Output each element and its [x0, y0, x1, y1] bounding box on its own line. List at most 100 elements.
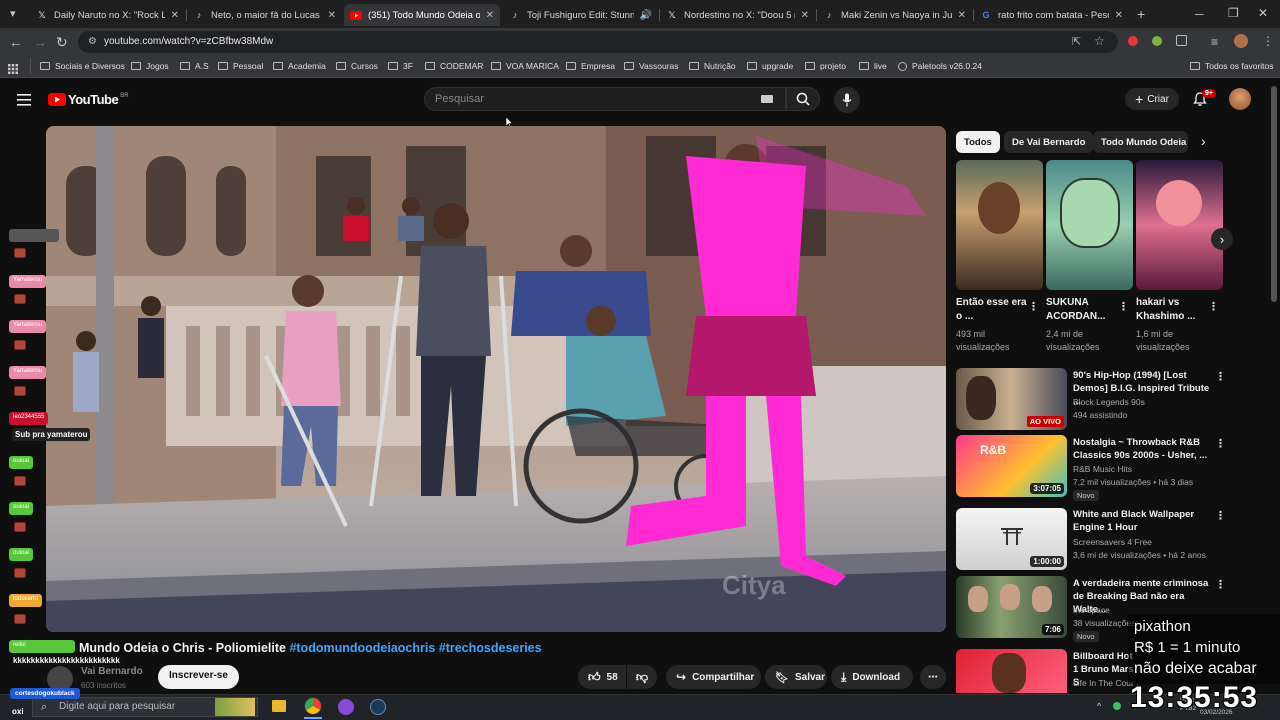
bookmark-folder[interactable]: 3F [388, 61, 413, 71]
minimize-icon[interactable]: ─ [1195, 7, 1204, 21]
subscribe-button[interactable]: Inscrever-se [158, 665, 239, 689]
tray-app-icon[interactable] [1113, 702, 1121, 710]
video-channel[interactable]: R&B Music Hits [1073, 463, 1223, 476]
steam-icon[interactable] [370, 699, 386, 715]
search-input[interactable]: Pesquisar [424, 87, 786, 111]
close-tab-icon[interactable]: ✕ [486, 10, 494, 21]
browser-tab-active[interactable]: (351) Todo Mundo Odeia o Chr ✕ [344, 4, 500, 26]
bookmark-star-icon[interactable]: ☆ [1094, 34, 1105, 48]
new-tab-button[interactable]: + [1137, 7, 1145, 21]
restore-icon[interactable]: ❐ [1228, 6, 1239, 20]
all-bookmarks-folder[interactable]: Todos os favoritos [1190, 61, 1274, 71]
hamburger-menu-icon[interactable] [17, 93, 31, 106]
video-hashtags[interactable]: #todomundoodeiaochris #trechosdeseries [289, 641, 541, 655]
bookmark-folder[interactable]: upgrade [747, 61, 793, 71]
short-thumbnail[interactable] [956, 160, 1043, 290]
bookmark-folder[interactable]: Pessoal [218, 61, 263, 71]
video-thumbnail[interactable] [956, 649, 1067, 693]
more-vert-icon[interactable]: ⋮ [1215, 578, 1226, 591]
account-avatar[interactable] [1229, 88, 1251, 110]
save-button[interactable]: 🔖︎ Salvar [765, 665, 827, 689]
profile-avatar[interactable] [1234, 34, 1248, 48]
short-thumbnail[interactable] [1136, 160, 1223, 290]
reload-icon[interactable]: ↻ [56, 35, 68, 49]
forward-icon[interactable]: → [33, 35, 47, 49]
install-app-icon[interactable]: ⇱ [1072, 35, 1081, 48]
share-button[interactable]: ↪ Compartilhar [666, 665, 761, 689]
browser-tab[interactable]: ♪ Toji Fushiguro Edit: Stunnin 🔊 [503, 4, 658, 26]
dislike-button[interactable]: 👎︎ [627, 665, 657, 689]
bookmark-folder[interactable]: Nutrição [689, 61, 736, 71]
browser-tab[interactable]: ♪ Neto, o maior fã do Lucas Paqu ✕ [187, 4, 342, 26]
video-channel[interactable]: Block Legends 90s [1073, 396, 1223, 409]
video-channel[interactable]: Screensavers 4 Free [1073, 536, 1223, 549]
voice-search-button[interactable] [834, 87, 860, 113]
bookmark-folder[interactable]: CODEMAR [425, 61, 483, 71]
more-vert-icon[interactable]: ⋮ [1028, 300, 1039, 313]
short-title[interactable]: hakari vs Khashimo ... [1136, 296, 1210, 324]
extension-icon[interactable] [1152, 36, 1162, 46]
speaker-icon[interactable]: 🔊 [640, 10, 652, 21]
bookmark-folder[interactable]: Vassouras [624, 61, 679, 71]
video-thumbnail[interactable]: 1:00:00 [956, 508, 1067, 570]
browser-menu-icon[interactable]: ⋮ [1262, 34, 1274, 48]
more-vert-icon[interactable]: ⋮ [1215, 370, 1226, 383]
shorts-next-button[interactable]: › [1211, 228, 1233, 250]
tab-search-icon[interactable]: ▾ [10, 7, 16, 21]
chip-all[interactable]: Todos [956, 131, 1000, 153]
close-window-icon[interactable]: ✕ [1258, 6, 1268, 20]
bookmark-folder[interactable]: Empresa [566, 61, 615, 71]
video-thumbnail[interactable]: AO VIVO [956, 368, 1067, 430]
bookmark-folder[interactable]: Cursos [336, 61, 378, 71]
bookmark-folder[interactable]: A.S [180, 61, 209, 71]
address-bar[interactable]: ⚙ youtube.com/watch?v=zCBfbw38Mdw ⇱ ☆ [78, 31, 1118, 53]
close-tab-icon[interactable]: ✕ [958, 10, 966, 21]
close-tab-icon[interactable]: ✕ [171, 10, 179, 21]
page-scrollbar[interactable] [1271, 86, 1277, 302]
short-title[interactable]: SUKUNA ACORDAN... [1046, 296, 1120, 324]
search-button[interactable] [786, 87, 820, 111]
site-info-icon[interactable]: ⚙ [88, 36, 97, 47]
chip-related[interactable]: Todo Mundo Odeia o Chris [1093, 131, 1188, 153]
youtube-logo[interactable]: YouTube BR [48, 92, 129, 107]
extension-icon[interactable] [1128, 36, 1138, 46]
channel-name[interactable]: Vai Bernardo [81, 666, 143, 677]
short-title[interactable]: Então esse era o ... [956, 296, 1030, 324]
more-vert-icon[interactable]: ⋮ [1208, 300, 1219, 313]
apps-grid-icon[interactable] [8, 61, 18, 74]
more-vert-icon[interactable]: ⋮ [1118, 300, 1129, 313]
chrome-icon[interactable] [304, 697, 322, 715]
tray-chevron-icon[interactable]: ^ [1097, 701, 1101, 711]
more-vert-icon[interactable]: ⋮ [1215, 437, 1226, 450]
like-button[interactable]: 👍︎ 58 [578, 665, 626, 689]
app-icon[interactable] [338, 699, 354, 715]
video-thumbnail[interactable]: R&B 3:07:05 [956, 435, 1067, 497]
file-explorer-icon[interactable] [272, 700, 286, 712]
bookmark-folder[interactable]: live [859, 61, 887, 71]
browser-tab[interactable]: 𝕏 Daily Naruto no X: "Rock Lee vs ✕ [30, 4, 185, 26]
browser-tab[interactable]: ♪ Maki Zenin vs Naoya in Jujutsu ✕ [817, 4, 972, 26]
chip-channel[interactable]: De Vai Bernardo [1004, 131, 1094, 153]
browser-tab[interactable]: 𝕏 Nordestino no X: "Doou 5 reais ✕ [660, 4, 815, 26]
download-button[interactable]: ⤓ Download [831, 665, 913, 689]
video-thumbnail[interactable]: 7:06 [956, 576, 1067, 638]
bookmark-folder[interactable]: VOA MARICA [491, 61, 559, 71]
media-control-icon[interactable]: ≡ [1211, 35, 1218, 49]
video-player[interactable]: Citya [46, 126, 946, 632]
video-title-link[interactable]: White and Black Wallpaper Engine 1 Hour [1073, 508, 1211, 534]
extensions-puzzle-icon[interactable] [1176, 35, 1187, 46]
create-button[interactable]: + Criar [1125, 88, 1179, 110]
video-channel[interactable]: Life In The Count [1073, 677, 1133, 690]
taskbar-search-input[interactable]: ⌕ Digite aqui para pesquisar [32, 697, 258, 717]
video-title-link[interactable]: Nostalgia ~ Throwback R&B Classics 90s 2… [1073, 436, 1211, 462]
close-tab-icon[interactable]: ✕ [801, 10, 809, 21]
more-vert-icon[interactable]: ⋮ [1215, 509, 1226, 522]
back-icon[interactable]: ← [9, 35, 23, 49]
short-thumbnail[interactable] [1046, 160, 1133, 290]
close-tab-icon[interactable]: ✕ [1115, 10, 1123, 21]
close-tab-icon[interactable]: ✕ [328, 10, 336, 21]
bookmark-link[interactable]: Paletools v26.0.24 [898, 61, 982, 71]
chevron-right-icon[interactable]: › [1201, 133, 1206, 149]
bookmark-folder[interactable]: Academia [273, 61, 326, 71]
browser-tab[interactable]: G rato frito com batata - Pesquis ✕ [974, 4, 1129, 26]
